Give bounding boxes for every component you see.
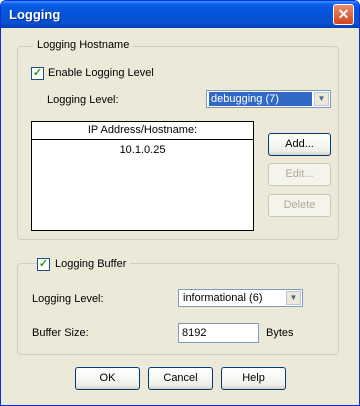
- checkmark-icon: ✓: [38, 258, 49, 270]
- buffer-logging-level-value: informational (6): [183, 292, 263, 304]
- logging-hostname-legend: Logging Hostname: [33, 39, 134, 51]
- buffer-size-unit: Bytes: [266, 327, 294, 339]
- enable-logging-level-label[interactable]: Enable Logging Level: [48, 67, 154, 79]
- logging-buffer-checkbox[interactable]: ✓: [37, 258, 50, 271]
- host-list-header: IP Address/Hostname:: [32, 122, 253, 140]
- help-button[interactable]: Help: [221, 367, 286, 390]
- enable-logging-level-checkbox[interactable]: ✓: [31, 67, 44, 80]
- dialog-body: Logging Hostname ✓ Enable Logging Level …: [4, 28, 356, 402]
- cancel-button[interactable]: Cancel: [148, 367, 213, 390]
- add-host-button[interactable]: Add...: [268, 133, 331, 156]
- host-list[interactable]: IP Address/Hostname: 10.1.0.25: [31, 121, 254, 231]
- buffer-size-label: Buffer Size:: [32, 327, 89, 339]
- close-icon: ✕: [337, 6, 350, 22]
- edit-host-button[interactable]: Edit...: [268, 163, 331, 186]
- hostname-logging-level-select[interactable]: debugging (7) ▼: [206, 90, 331, 108]
- checkmark-icon: ✓: [32, 67, 43, 79]
- logging-dialog: Logging ✕ Logging Hostname ✓ Enable Logg…: [0, 0, 360, 406]
- buffer-logging-level-label: Logging Level:: [32, 293, 104, 305]
- ok-button[interactable]: OK: [75, 367, 140, 390]
- hostname-logging-level-value: debugging (7): [209, 92, 312, 106]
- buffer-size-input[interactable]: 8192: [178, 323, 259, 343]
- chevron-down-icon[interactable]: ▼: [286, 291, 301, 305]
- close-button[interactable]: ✕: [333, 4, 354, 25]
- hostname-logging-level-label: Logging Level:: [47, 94, 119, 106]
- host-list-row[interactable]: 10.1.0.25: [32, 142, 253, 158]
- buffer-logging-level-select[interactable]: informational (6) ▼: [178, 289, 303, 307]
- delete-host-button[interactable]: Delete: [268, 194, 331, 217]
- logging-buffer-legend[interactable]: Logging Buffer: [51, 258, 131, 270]
- title-bar[interactable]: Logging ✕: [1, 1, 359, 28]
- chevron-down-icon[interactable]: ▼: [314, 92, 329, 106]
- dialog-title: Logging: [9, 7, 61, 22]
